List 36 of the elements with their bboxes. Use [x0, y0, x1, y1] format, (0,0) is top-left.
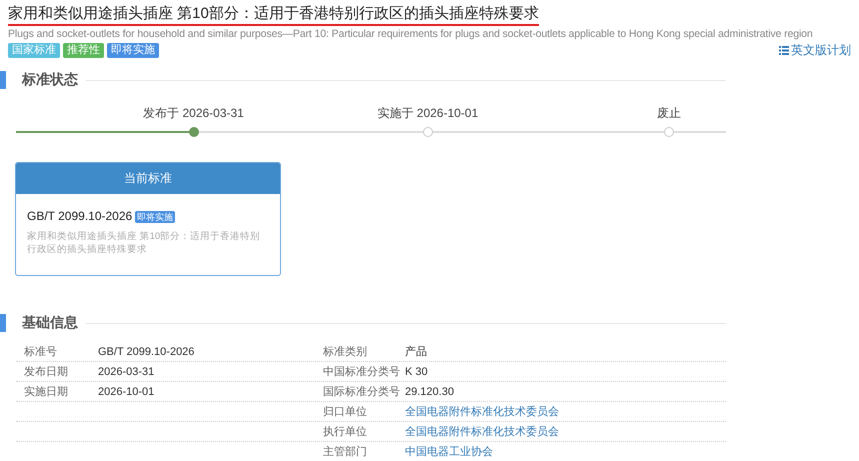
field-value: 2026-10-01: [98, 386, 154, 398]
field-value: K 30: [405, 366, 428, 378]
english-title: Plugs and socket-outlets for household and similar purposes—Part 10: Particular requirements for plugs and socket-outlets applicable to Hong Kong special administrative region: [8, 27, 814, 41]
section-marker: [0, 314, 6, 332]
field-label: 标准号: [24, 346, 57, 358]
field-value: 29.120.30: [405, 386, 454, 398]
timeline-label: 废止: [657, 105, 682, 122]
status-badge: 即将实施: [135, 211, 176, 223]
field-value: 产品: [405, 346, 427, 358]
field-label: 标准类别: [323, 346, 367, 358]
field-label: 归口单位: [323, 406, 367, 418]
tag: 推荐性: [63, 43, 104, 58]
list-icon: [779, 46, 789, 55]
field-value: 2026-03-31: [98, 366, 154, 378]
tag: 国家标准: [8, 43, 60, 58]
page-title: 家用和类似用途插头插座 第10部分：适用于香港特别行政区的插头插座特殊要求: [8, 4, 539, 26]
timeline-label: 发布于 2026-03-31: [143, 105, 244, 122]
english-plan-link[interactable]: 英文版计划: [779, 42, 851, 59]
field-label: 执行单位: [323, 426, 367, 438]
field-label: 国际标准分类号: [323, 386, 400, 398]
section-heading: 标准状态: [22, 71, 78, 89]
field-link[interactable]: 全国电器附件标准化技术委员会: [405, 426, 559, 438]
standard-code: GB/T 2099.10-2026: [27, 209, 132, 223]
field-link[interactable]: 全国电器附件标准化技术委员会: [405, 406, 559, 418]
field-value: GB/T 2099.10-2026: [98, 346, 194, 358]
standard-description: 家用和类似用途插头插座 第10部分：适用于香港特别行政区的插头插座特殊要求: [27, 230, 262, 256]
section-marker: [0, 71, 6, 89]
tag: 即将实施: [107, 43, 159, 58]
section-heading: 基础信息: [22, 314, 78, 332]
field-link[interactable]: 中国电器工业协会: [405, 446, 493, 458]
timeline-label: 实施于 2026-10-01: [377, 105, 478, 122]
field-label: 中国标准分类号: [323, 366, 400, 378]
field-label: 主管部门: [323, 446, 367, 458]
field-label: 实施日期: [24, 386, 68, 398]
field-label: 发布日期: [24, 366, 68, 378]
card-header: 当前标准: [16, 163, 280, 194]
